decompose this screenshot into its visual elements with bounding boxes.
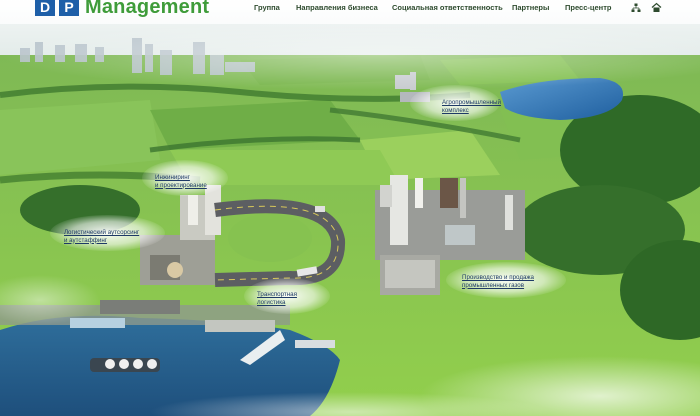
logo-letter-p: P <box>59 0 79 16</box>
hotspot-logistics-outsourcing[interactable]: Логистический аутсорсинг и аутстаффинг <box>64 229 139 244</box>
logo-wordmark: Management <box>85 0 210 18</box>
home-icon[interactable] <box>651 2 662 13</box>
nav-item-press-center[interactable]: Пресс-центр <box>565 3 611 12</box>
dp-management-logo[interactable]: D P Management <box>35 0 209 20</box>
hotspot-industrial-gases[interactable]: Производство и продажа промышленных газо… <box>462 274 534 289</box>
nav-item-partners[interactable]: Партнеры <box>512 3 549 12</box>
nav-item-social-responsibility[interactable]: Социальная ответственность <box>392 3 503 12</box>
sitemap-icon[interactable] <box>631 3 641 13</box>
hotspot-transport-logistics[interactable]: Транспортная логистика <box>257 291 297 306</box>
hotspot-agro-complex[interactable]: Агропромышленный комплекс <box>442 99 501 114</box>
nav-item-group[interactable]: Группа <box>254 3 280 12</box>
aerial-landscape-illustration <box>0 0 700 416</box>
top-bar: D P Management Группа Направления бизнес… <box>0 0 700 24</box>
hotspot-engineering[interactable]: Инжиниринг и проектирование <box>155 174 207 189</box>
nav-item-business-directions[interactable]: Направления бизнеса <box>296 3 378 12</box>
logo-letter-d: D <box>35 0 55 16</box>
